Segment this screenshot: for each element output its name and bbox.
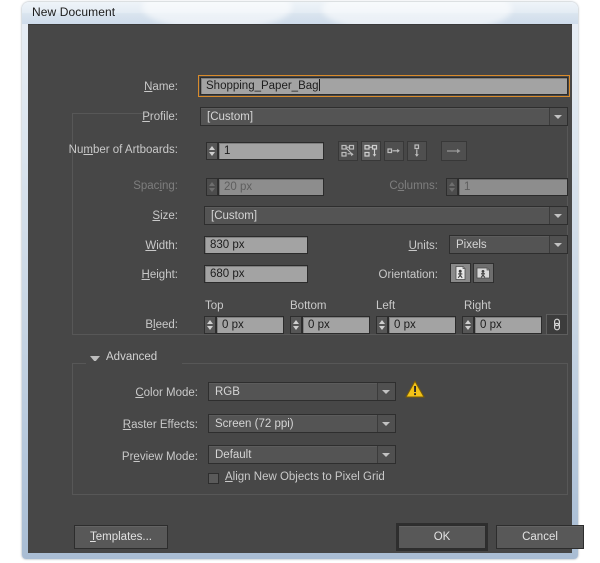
profile-value: [Custom] bbox=[207, 111, 254, 123]
bleed-header-bottom: Bottom bbox=[290, 300, 327, 312]
window-title: New Document bbox=[32, 5, 116, 19]
profile-label: Profile: bbox=[142, 111, 178, 123]
bleed-top-input[interactable]: 0 px bbox=[216, 316, 284, 334]
title-bar[interactable]: New Document bbox=[22, 2, 578, 24]
align-pixel-grid-checkbox[interactable] bbox=[208, 473, 219, 484]
chevron-down-icon[interactable] bbox=[549, 236, 567, 253]
stepper-up-icon[interactable] bbox=[293, 320, 299, 324]
new-document-dialog-window: New Document Name: Shopping_Paper_Bag Pr… bbox=[22, 2, 584, 559]
columns-input: 1 bbox=[458, 178, 568, 196]
preview-mode-label: Preview Mode: bbox=[121, 451, 198, 463]
stepper-down-icon[interactable] bbox=[209, 152, 215, 156]
arrange-row-icon[interactable] bbox=[384, 141, 404, 161]
stepper-up-icon bbox=[449, 182, 455, 186]
bleed-left-stepper[interactable] bbox=[376, 316, 388, 334]
orientation-label: Orientation: bbox=[378, 269, 438, 281]
arrange-column-icon[interactable] bbox=[407, 141, 427, 161]
stepper-down-icon bbox=[209, 188, 215, 192]
bleed-label: Bleed: bbox=[145, 319, 178, 331]
height-input[interactable]: 680 px bbox=[204, 265, 308, 283]
units-label: Units: bbox=[408, 240, 438, 252]
grid-by-row-icon[interactable] bbox=[338, 141, 358, 161]
link-chain-icon[interactable] bbox=[546, 314, 568, 335]
advanced-border-gap bbox=[86, 361, 182, 364]
artboards-label: Number of Artboards: bbox=[68, 144, 178, 156]
bleed-bottom-stepper[interactable] bbox=[290, 316, 302, 334]
stepper-up-icon[interactable] bbox=[209, 146, 215, 150]
name-label: Name: bbox=[144, 81, 178, 93]
profile-select[interactable]: [Custom] bbox=[200, 107, 568, 126]
stepper-down-icon[interactable] bbox=[379, 326, 385, 330]
bleed-header-left: Left bbox=[376, 300, 396, 312]
raster-effects-select[interactable]: Screen (72 ppi) bbox=[208, 414, 396, 433]
artboards-input[interactable]: 1 bbox=[218, 142, 324, 160]
bleed-header-right: Right bbox=[464, 300, 491, 312]
chevron-down-icon[interactable] bbox=[377, 383, 395, 400]
height-label: Height: bbox=[141, 269, 178, 281]
stepper-up-icon[interactable] bbox=[207, 320, 213, 324]
cancel-button[interactable]: Cancel bbox=[496, 525, 584, 549]
spacing-stepper bbox=[206, 178, 218, 196]
bleed-right-stepper[interactable] bbox=[462, 316, 474, 334]
raster-effects-value: Screen (72 ppi) bbox=[215, 418, 294, 430]
preview-mode-select[interactable]: Default bbox=[208, 445, 396, 464]
size-select[interactable]: [Custom] bbox=[204, 206, 568, 225]
dialog-body: Name: Shopping_Paper_Bag Profile: [Custo… bbox=[28, 24, 584, 553]
ok-button[interactable]: OK bbox=[398, 525, 486, 549]
width-label: Width: bbox=[145, 240, 178, 252]
name-input[interactable]: Shopping_Paper_Bag bbox=[198, 75, 570, 97]
stepper-up-icon bbox=[209, 182, 215, 186]
titlebar-gloss bbox=[142, 2, 292, 24]
portrait-orientation-icon[interactable] bbox=[450, 263, 471, 283]
bleed-bottom-input[interactable]: 0 px bbox=[302, 316, 370, 334]
chevron-down-icon[interactable] bbox=[377, 446, 395, 463]
flow-direction-arrow-icon[interactable] bbox=[441, 141, 467, 161]
name-input-value: Shopping_Paper_Bag bbox=[206, 80, 319, 92]
preview-mode-value: Default bbox=[215, 449, 252, 461]
raster-effects-label: Raster Effects: bbox=[122, 419, 198, 431]
align-pixel-grid-label[interactable]: Align New Objects to Pixel Grid bbox=[225, 471, 385, 483]
stepper-down-icon bbox=[449, 188, 455, 192]
units-select[interactable]: Pixels bbox=[449, 235, 568, 254]
landscape-orientation-icon[interactable] bbox=[473, 263, 494, 283]
chevron-down-icon[interactable] bbox=[377, 415, 395, 432]
text-caret bbox=[318, 79, 320, 91]
stepper-up-icon[interactable] bbox=[379, 320, 385, 324]
chevron-down-icon[interactable] bbox=[549, 108, 567, 125]
artboards-stepper[interactable] bbox=[206, 142, 218, 160]
stepper-up-icon[interactable] bbox=[465, 320, 471, 324]
columns-stepper bbox=[446, 178, 458, 196]
bleed-header-top: Top bbox=[205, 300, 224, 312]
stepper-down-icon[interactable] bbox=[293, 326, 299, 330]
width-input[interactable]: 830 px bbox=[204, 236, 308, 254]
bleed-left-input[interactable]: 0 px bbox=[388, 316, 456, 334]
stepper-down-icon[interactable] bbox=[207, 326, 213, 330]
grid-by-column-icon[interactable] bbox=[361, 141, 381, 161]
spacing-label: Spacing: bbox=[133, 180, 178, 192]
templates-button[interactable]: Templates... bbox=[74, 525, 168, 549]
size-label: Size: bbox=[152, 210, 178, 222]
titlebar-gloss-2 bbox=[322, 2, 512, 24]
warning-triangle-icon bbox=[404, 379, 426, 404]
units-value: Pixels bbox=[456, 239, 487, 251]
size-value: [Custom] bbox=[211, 210, 258, 222]
color-mode-value: RGB bbox=[215, 386, 240, 398]
bleed-right-input[interactable]: 0 px bbox=[474, 316, 542, 334]
columns-label: Columns: bbox=[389, 180, 438, 192]
chevron-down-icon[interactable] bbox=[549, 207, 567, 224]
bleed-top-stepper[interactable] bbox=[204, 316, 216, 334]
color-mode-select[interactable]: RGB bbox=[208, 382, 396, 401]
spacing-input: 20 px bbox=[218, 178, 324, 196]
color-mode-label: Color Mode: bbox=[135, 387, 198, 399]
stepper-down-icon[interactable] bbox=[465, 326, 471, 330]
